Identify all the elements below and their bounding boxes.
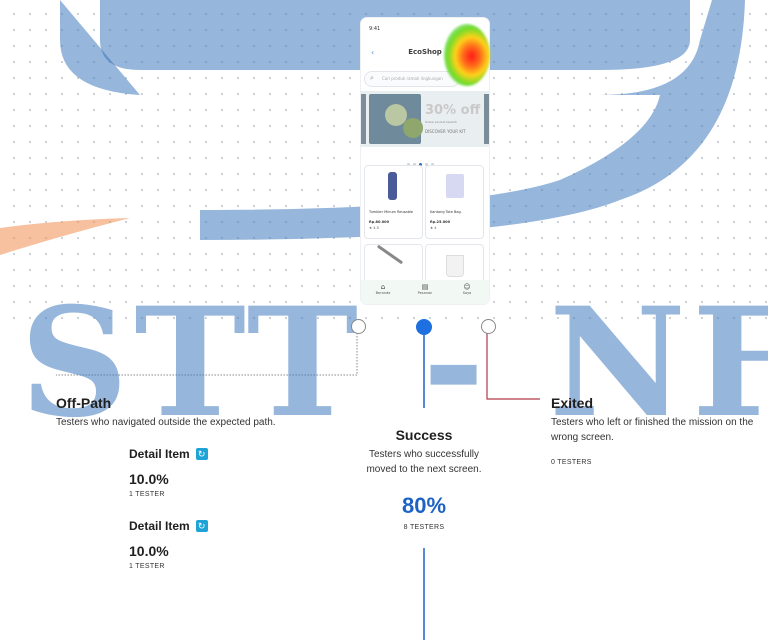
success-title: Success xyxy=(395,427,453,443)
exited-description: Testers who left or finished the mission… xyxy=(551,417,754,443)
off-path-item[interactable]: Detail Item ↻ 10.0% 1 TESTER xyxy=(129,445,208,498)
off-path-item-label: Detail Item xyxy=(129,446,190,461)
exited-connector xyxy=(486,333,540,400)
exited-count: 0 TESTERS xyxy=(551,459,592,466)
off-path-item-label: Detail Item xyxy=(129,518,190,533)
exited-node[interactable] xyxy=(481,319,496,334)
success-node[interactable] xyxy=(416,319,432,335)
refresh-icon[interactable]: ↻ xyxy=(195,447,208,460)
off-path-description: Testers who navigated outside the expect… xyxy=(56,417,276,428)
off-path-item-count: 1 TESTER xyxy=(129,563,165,570)
success-percent: 80% xyxy=(401,493,447,518)
refresh-icon[interactable]: ↻ xyxy=(195,519,208,532)
success-description: Testers who successfully moved to the ne… xyxy=(366,449,482,475)
off-path-node[interactable] xyxy=(351,319,366,334)
exited-title: Exited xyxy=(551,395,594,411)
off-path-title: Off-Path xyxy=(56,395,112,411)
off-path-item-percent: 10.0% xyxy=(129,471,169,487)
success-count: 8 TESTERS xyxy=(403,524,445,531)
off-path-connector xyxy=(56,333,358,376)
flow-connectors xyxy=(56,333,540,640)
off-path-item-percent: 10.0% xyxy=(129,543,169,559)
off-path-item[interactable]: Detail Item ↻ 10.0% 1 TESTER xyxy=(129,517,208,570)
off-path-item-count: 1 TESTER xyxy=(129,491,165,498)
